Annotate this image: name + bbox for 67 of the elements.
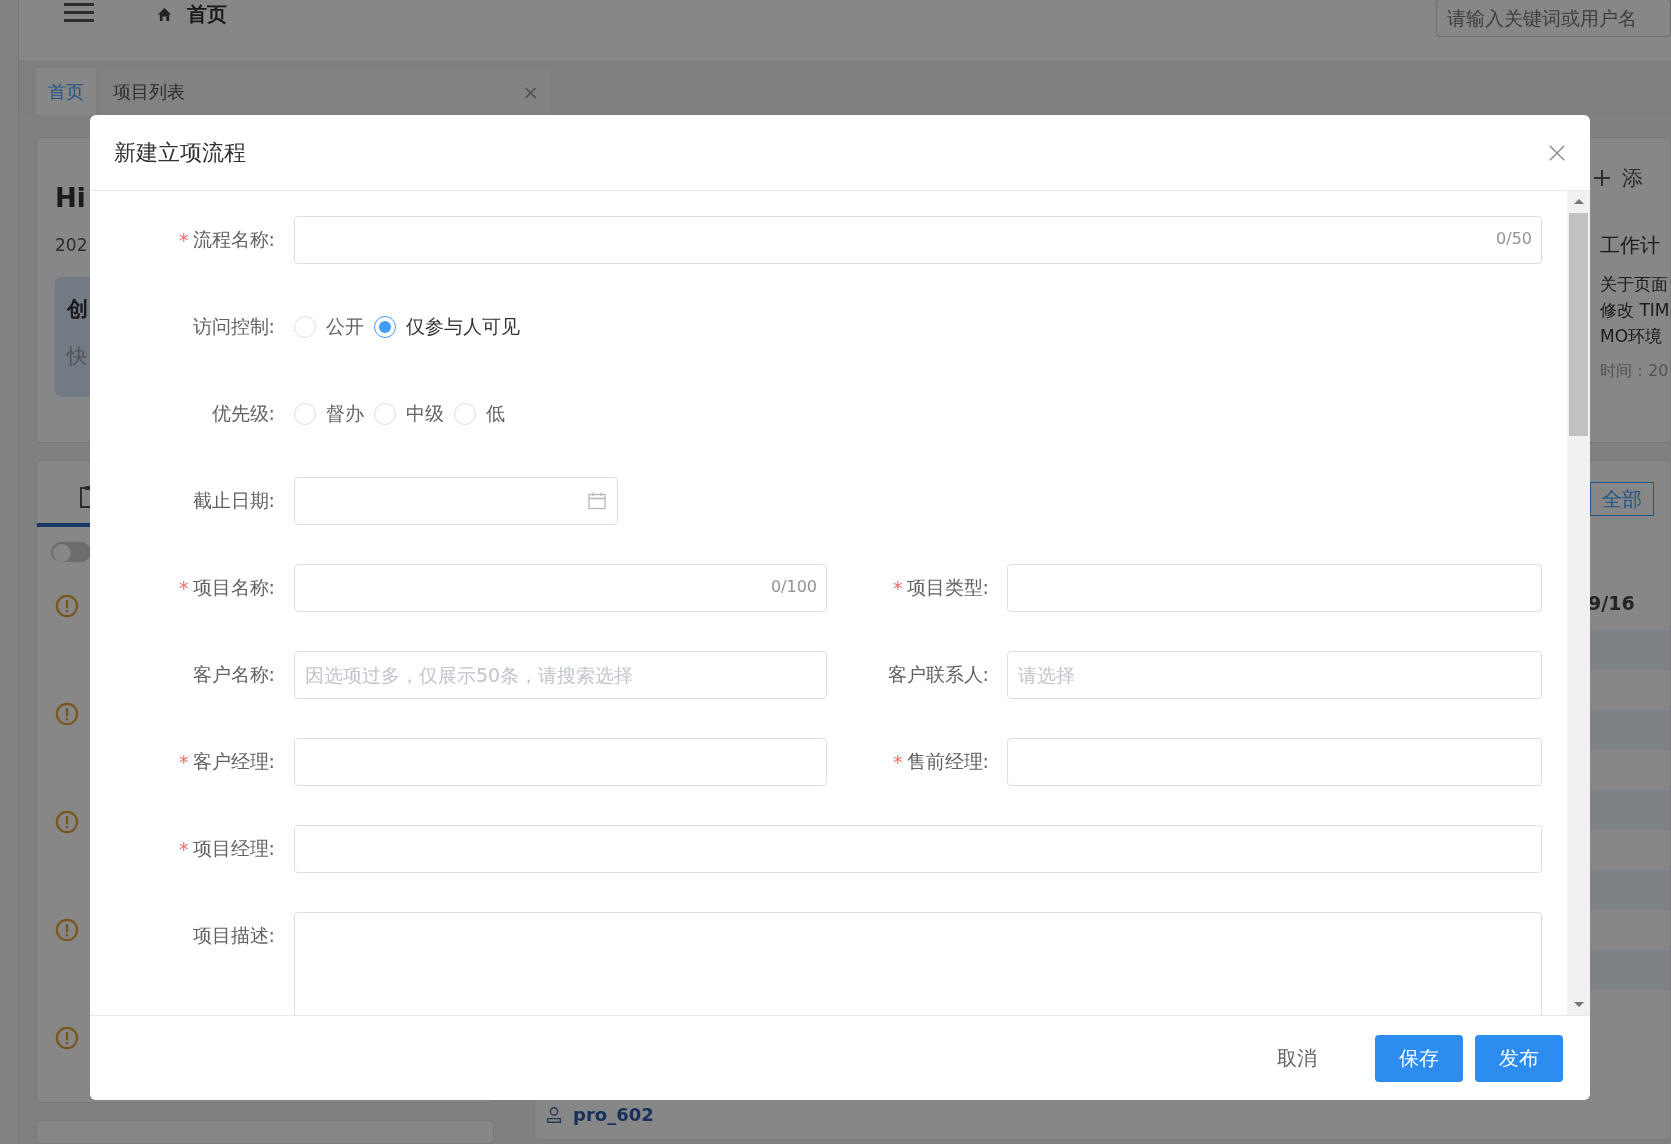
- warning-icon: [54, 810, 80, 834]
- radio-option[interactable]: 督办: [294, 401, 364, 427]
- input-field[interactable]: [294, 216, 1542, 264]
- field-label: 流程名称:: [192, 227, 275, 252]
- dialog-button[interactable]: 取消: [1255, 1034, 1339, 1082]
- warning-icon: [54, 918, 80, 942]
- notice-text: MO环境: [1600, 325, 1664, 348]
- char-counter: 0/100: [770, 577, 817, 596]
- add-button[interactable]: 添: [1594, 164, 1670, 192]
- calendar-icon: [588, 492, 606, 510]
- required-mark: *: [179, 751, 189, 773]
- plus-icon: [1594, 170, 1610, 186]
- table-header-cell-text: 9/16: [1588, 592, 1636, 614]
- required-mark: *: [893, 751, 903, 773]
- shortcut-title: 创: [67, 296, 89, 323]
- scrollbar[interactable]: [1567, 191, 1590, 1015]
- field-label: 客户经理:: [192, 749, 275, 774]
- input-field[interactable]: [294, 825, 1542, 873]
- radio-option[interactable]: 中级: [374, 401, 444, 427]
- field-label: 客户联系人:: [887, 662, 989, 687]
- field-label: 访问控制:: [192, 314, 275, 339]
- input-field[interactable]: 请选择: [1007, 651, 1542, 699]
- close-icon[interactable]: [1548, 143, 1566, 162]
- dialog-button[interactable]: 保存: [1375, 1034, 1463, 1082]
- dialog-button[interactable]: 发布: [1475, 1034, 1563, 1082]
- field-label: 截止日期:: [192, 488, 275, 513]
- radio-option[interactable]: 公开: [294, 314, 364, 340]
- filter-button[interactable]: 全部: [1590, 482, 1654, 516]
- greeting: Hi: [55, 183, 86, 213]
- input-field[interactable]: [294, 738, 827, 786]
- home-icon[interactable]: [157, 7, 172, 22]
- notice-text: 修改 TIM: [1600, 299, 1670, 322]
- warning-icon: [54, 594, 80, 618]
- field-label: 客户名称:: [192, 662, 275, 687]
- field-label: 优先级:: [211, 401, 275, 426]
- page-tab[interactable]: 首页: [36, 68, 96, 115]
- required-mark: *: [179, 838, 189, 860]
- input-field[interactable]: [1007, 564, 1542, 612]
- user-icon: [545, 1105, 563, 1124]
- field-label: 售前经理:: [906, 749, 989, 774]
- notice-text: 关于页面: [1600, 273, 1669, 296]
- notice-title: 工作计: [1600, 232, 1661, 259]
- menu-icon[interactable]: [64, 3, 94, 23]
- input-field[interactable]: 因选项过多，仅展示50条，请搜索选择: [294, 651, 827, 699]
- required-mark: *: [179, 577, 189, 599]
- breadcrumb[interactable]: 首页: [187, 0, 227, 28]
- required-mark: *: [179, 229, 189, 251]
- close-icon[interactable]: ×: [522, 79, 539, 104]
- required-mark: *: [893, 577, 903, 599]
- dialog-title: 新建立项流程: [114, 138, 246, 167]
- input-field[interactable]: [1007, 738, 1542, 786]
- field-label: 项目名称:: [192, 575, 275, 600]
- search-field[interactable]: 请输入关键词或用户名: [1436, 0, 1671, 37]
- radio-option[interactable]: 仅参与人可见: [374, 314, 520, 340]
- field-label: 项目描述:: [192, 923, 275, 948]
- radio-option[interactable]: 低: [454, 401, 505, 427]
- field-label: 项目类型:: [906, 575, 989, 600]
- user-link[interactable]: pro_602: [573, 1104, 654, 1125]
- input-field[interactable]: [294, 564, 827, 612]
- char-counter: 0/50: [1496, 229, 1532, 248]
- field-label: 项目经理:: [192, 836, 275, 861]
- date-field[interactable]: [294, 477, 618, 525]
- warning-icon: [54, 702, 80, 726]
- toggle-switch[interactable]: [51, 541, 91, 562]
- date-text: 202: [55, 235, 88, 255]
- page-tab[interactable]: 项目列表 ×: [101, 68, 551, 115]
- warning-icon: [54, 1026, 80, 1050]
